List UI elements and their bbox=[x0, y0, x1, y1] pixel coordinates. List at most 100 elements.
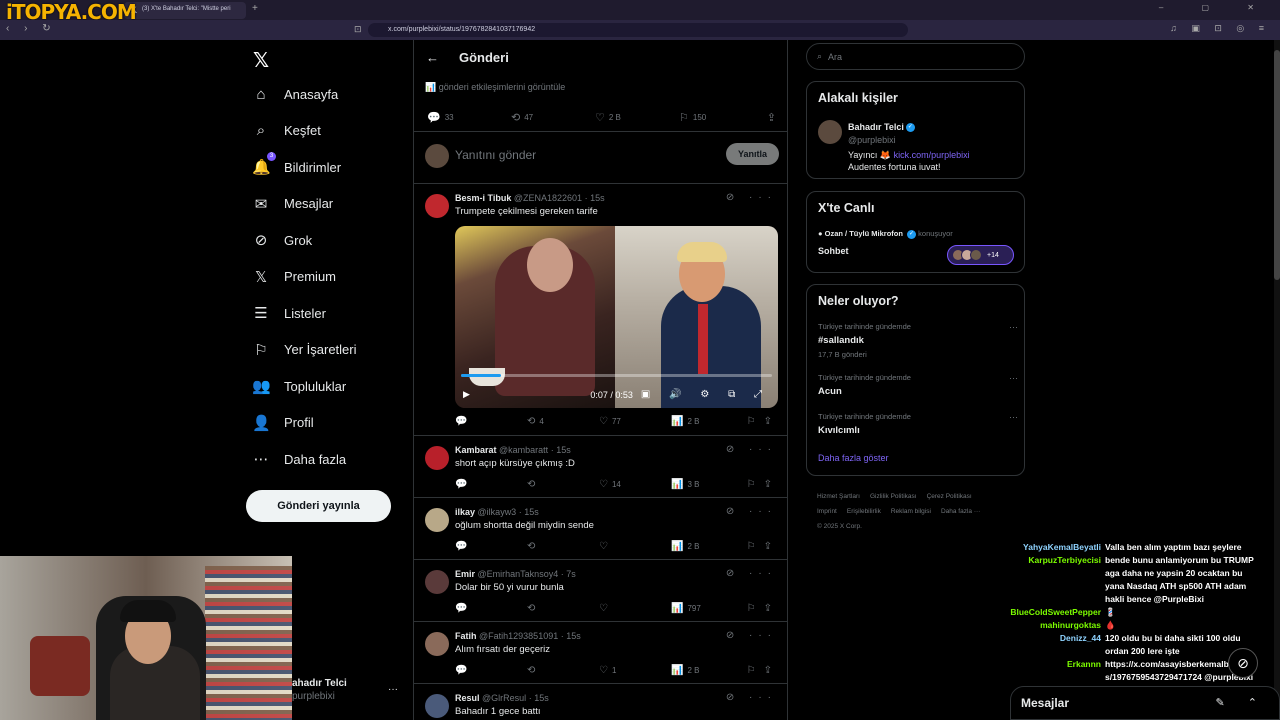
bookmark-share-icons[interactable]: ⚐⇪ bbox=[747, 479, 780, 490]
show-more-link[interactable]: Daha fazla göster bbox=[818, 453, 889, 463]
bookmark-share-icons[interactable]: ⚐⇪ bbox=[747, 416, 780, 427]
repost-action[interactable]: ⟲ bbox=[527, 603, 599, 614]
account-switcher[interactable]: ahadır Telci purplebixi ··· bbox=[292, 678, 398, 702]
like-action[interactable]: ♡ 77 bbox=[599, 416, 671, 427]
video-control-icons[interactable]: ▣ 🔊 ⚙ ⧉ ⤢ bbox=[641, 389, 770, 400]
grok-button-icon[interactable]: ⊘ bbox=[1228, 648, 1258, 678]
tweet-menu-icons[interactable]: ⊘ ··· bbox=[726, 192, 777, 203]
avatar[interactable] bbox=[425, 570, 449, 594]
reply-tweet[interactable]: Fatih @Fatih1293851091 · 15s ⊘ ··· Alım fı… bbox=[414, 622, 787, 684]
account-more-icon[interactable]: ··· bbox=[388, 684, 398, 695]
tweet-author-name[interactable]: Kambarat bbox=[455, 445, 497, 455]
tweet-author-name[interactable]: Fatih bbox=[455, 631, 477, 641]
nav-item-3[interactable]: ✉ Mesajlar bbox=[252, 190, 333, 218]
url-field[interactable]: x.com/purplebixi/status/1976782841037176… bbox=[368, 23, 908, 37]
trend-more-icon[interactable]: ··· bbox=[1009, 322, 1018, 332]
reply-tweet[interactable]: Kambarat @kambaratt · 15s ⊘ ··· short açıp… bbox=[414, 436, 787, 498]
browser-tab[interactable]: 𝕏 (3) X'te Bahadır Telci: "Mistte peri bbox=[124, 2, 246, 19]
nav-item-1[interactable]: ⌕ Keşfet bbox=[252, 117, 321, 145]
trend-more-icon[interactable]: ··· bbox=[1009, 412, 1018, 422]
nav-item-9[interactable]: 👤 Profil bbox=[252, 409, 314, 437]
reply-tweet[interactable]: Emir @EmirhanTaknsoy4 · 7s ⊘ ··· Dolar bir… bbox=[414, 560, 787, 622]
like-action[interactable]: ♡ 14 bbox=[599, 479, 671, 490]
post-button[interactable]: Gönderi yayınla bbox=[246, 490, 391, 522]
drawer-icons[interactable]: ✎ ⌃ bbox=[1216, 696, 1268, 709]
like-action[interactable]: ♡ bbox=[599, 541, 671, 552]
trend-more-icon[interactable]: ··· bbox=[1009, 373, 1018, 383]
reply-action[interactable]: 💬 bbox=[455, 416, 527, 427]
tweet-author-name[interactable]: Resul bbox=[455, 693, 480, 703]
nav-item-2[interactable]: 🔔 3 Bildirimler bbox=[252, 152, 341, 181]
footer-link[interactable]: Daha fazla ··· bbox=[941, 508, 980, 515]
repost-action[interactable]: ⟲ bbox=[527, 541, 599, 552]
bookmark-share-icons[interactable]: ⚐⇪ bbox=[747, 603, 780, 614]
video-progress-bar[interactable] bbox=[461, 374, 772, 377]
views-action[interactable]: 📊 2 B bbox=[671, 541, 743, 552]
avatar[interactable] bbox=[425, 508, 449, 532]
tweet-menu-icons[interactable]: ⊘ ··· bbox=[726, 568, 777, 579]
scrollbar-thumb[interactable] bbox=[1274, 50, 1280, 280]
footer-link[interactable]: © 2025 X Corp. bbox=[817, 523, 862, 530]
live-listeners[interactable]: +14 bbox=[947, 245, 1014, 265]
avatar[interactable] bbox=[425, 446, 449, 470]
nav-item-4[interactable]: ⊘ Grok bbox=[252, 226, 312, 254]
reply-button[interactable]: Yanıtla bbox=[726, 143, 779, 165]
nav-item-5[interactable]: 𝕏 Premium bbox=[252, 263, 336, 291]
footer-link[interactable]: Hizmet Şartları bbox=[817, 493, 860, 500]
avatar[interactable] bbox=[425, 632, 449, 656]
tweet-author-name[interactable]: Emir bbox=[455, 569, 475, 579]
play-icon[interactable]: ▶ bbox=[463, 389, 470, 400]
bio-link[interactable]: kick.com/purplebixi bbox=[894, 150, 970, 160]
repost-action[interactable]: ⟲ bbox=[527, 665, 599, 676]
avatar[interactable] bbox=[425, 194, 449, 218]
nav-item-8[interactable]: 👥 Topluluklar bbox=[252, 372, 346, 400]
footer-link[interactable]: Reklam bilgisi bbox=[891, 508, 931, 515]
live-host[interactable]: ● Ozan / Tüylü Mikrofon ✓ konuşuyor bbox=[818, 229, 953, 239]
views-action[interactable]: 📊 2 B bbox=[671, 665, 743, 676]
nav-item-10[interactable]: ⋯ Daha fazla bbox=[252, 445, 347, 473]
bookmark-share-icons[interactable]: ⚐⇪ bbox=[747, 665, 780, 676]
x-logo-icon[interactable]: 𝕏 bbox=[253, 48, 269, 72]
live-room-title[interactable]: Sohbet bbox=[818, 246, 849, 256]
footer-link[interactable]: Erişilebilirlik bbox=[847, 508, 881, 515]
messages-drawer[interactable]: Mesajlar ✎ ⌃ bbox=[1010, 686, 1280, 720]
reply-action[interactable]: 💬 bbox=[455, 541, 527, 552]
tweet-author-name[interactable]: Besm-i Tibuk bbox=[455, 193, 511, 203]
tweet-menu-icons[interactable]: ⊘ ··· bbox=[726, 506, 777, 517]
repost-action[interactable]: ⟲ 4 bbox=[527, 416, 599, 427]
nav-buttons[interactable]: ‹ › ↻ bbox=[6, 23, 57, 34]
window-controls[interactable]: – ▢ ✕ bbox=[1159, 3, 1272, 12]
reply-count[interactable]: 💬 33 bbox=[427, 111, 511, 124]
trend-item[interactable]: Türkiye tarihinde gündemde Acun ··· bbox=[818, 373, 1018, 397]
like-action[interactable]: ♡ bbox=[599, 603, 671, 614]
reply-action[interactable]: 💬 bbox=[455, 603, 527, 614]
tweet-menu-icons[interactable]: ⊘ ··· bbox=[726, 692, 777, 703]
bookmark-share-icons[interactable]: ⚐⇪ bbox=[747, 541, 780, 552]
trend-item[interactable]: Türkiye tarihinde gündemde Kıvılcımlı ··· bbox=[818, 412, 1018, 436]
like-action[interactable]: ♡ 1 bbox=[599, 665, 671, 676]
nav-item-0[interactable]: ⌂ Anasayfa bbox=[252, 80, 338, 108]
toolbar-icons[interactable]: ♫ ▣ ⊡ ◎ ≡ bbox=[1170, 23, 1270, 34]
views-action[interactable]: 📊 2 B bbox=[671, 416, 743, 427]
views-action[interactable]: 📊 3 B bbox=[671, 479, 743, 490]
bookmark-count[interactable]: ⚐ 150 bbox=[679, 111, 763, 124]
tweet-menu-icons[interactable]: ⊘ ··· bbox=[726, 630, 777, 641]
reply-action[interactable]: 💬 bbox=[455, 665, 527, 676]
reply-tweet[interactable]: ilkay @ilkayw3 · 15s ⊘ ··· oğlum shortta d… bbox=[414, 498, 787, 560]
footer-link[interactable]: Çerez Politikası bbox=[927, 493, 972, 500]
footer-link[interactable]: Imprint bbox=[817, 508, 837, 515]
tweet-video[interactable]: ▶ 0:07 / 0:53 ▣ 🔊 ⚙ ⧉ ⤢ bbox=[455, 226, 778, 408]
reply-tweet[interactable]: Besm-i Tibuk @ZENA1822601 · 15s ⊘ ··· Trum… bbox=[414, 184, 787, 436]
share-icon[interactable]: ⇪ bbox=[767, 111, 776, 124]
like-count[interactable]: ♡ 2 B bbox=[595, 111, 679, 124]
back-arrow-icon[interactable]: ← bbox=[426, 50, 439, 65]
nav-item-7[interactable]: ⚐ Yer İşaretleri bbox=[252, 336, 356, 364]
views-action[interactable]: 📊 797 bbox=[671, 603, 743, 614]
view-engagements-link[interactable]: 📊 gönderi etkileşimlerini görüntüle bbox=[425, 82, 565, 93]
reply-action[interactable]: 💬 bbox=[455, 479, 527, 490]
footer-link[interactable]: Gizlilik Politikası bbox=[870, 493, 917, 500]
repost-action[interactable]: ⟲ bbox=[527, 479, 599, 490]
search-input[interactable]: ⌕ Ara bbox=[806, 43, 1025, 70]
nav-item-6[interactable]: ☰ Listeler bbox=[252, 299, 326, 327]
related-user-name[interactable]: Bahadır Telci ✓ bbox=[848, 122, 915, 133]
